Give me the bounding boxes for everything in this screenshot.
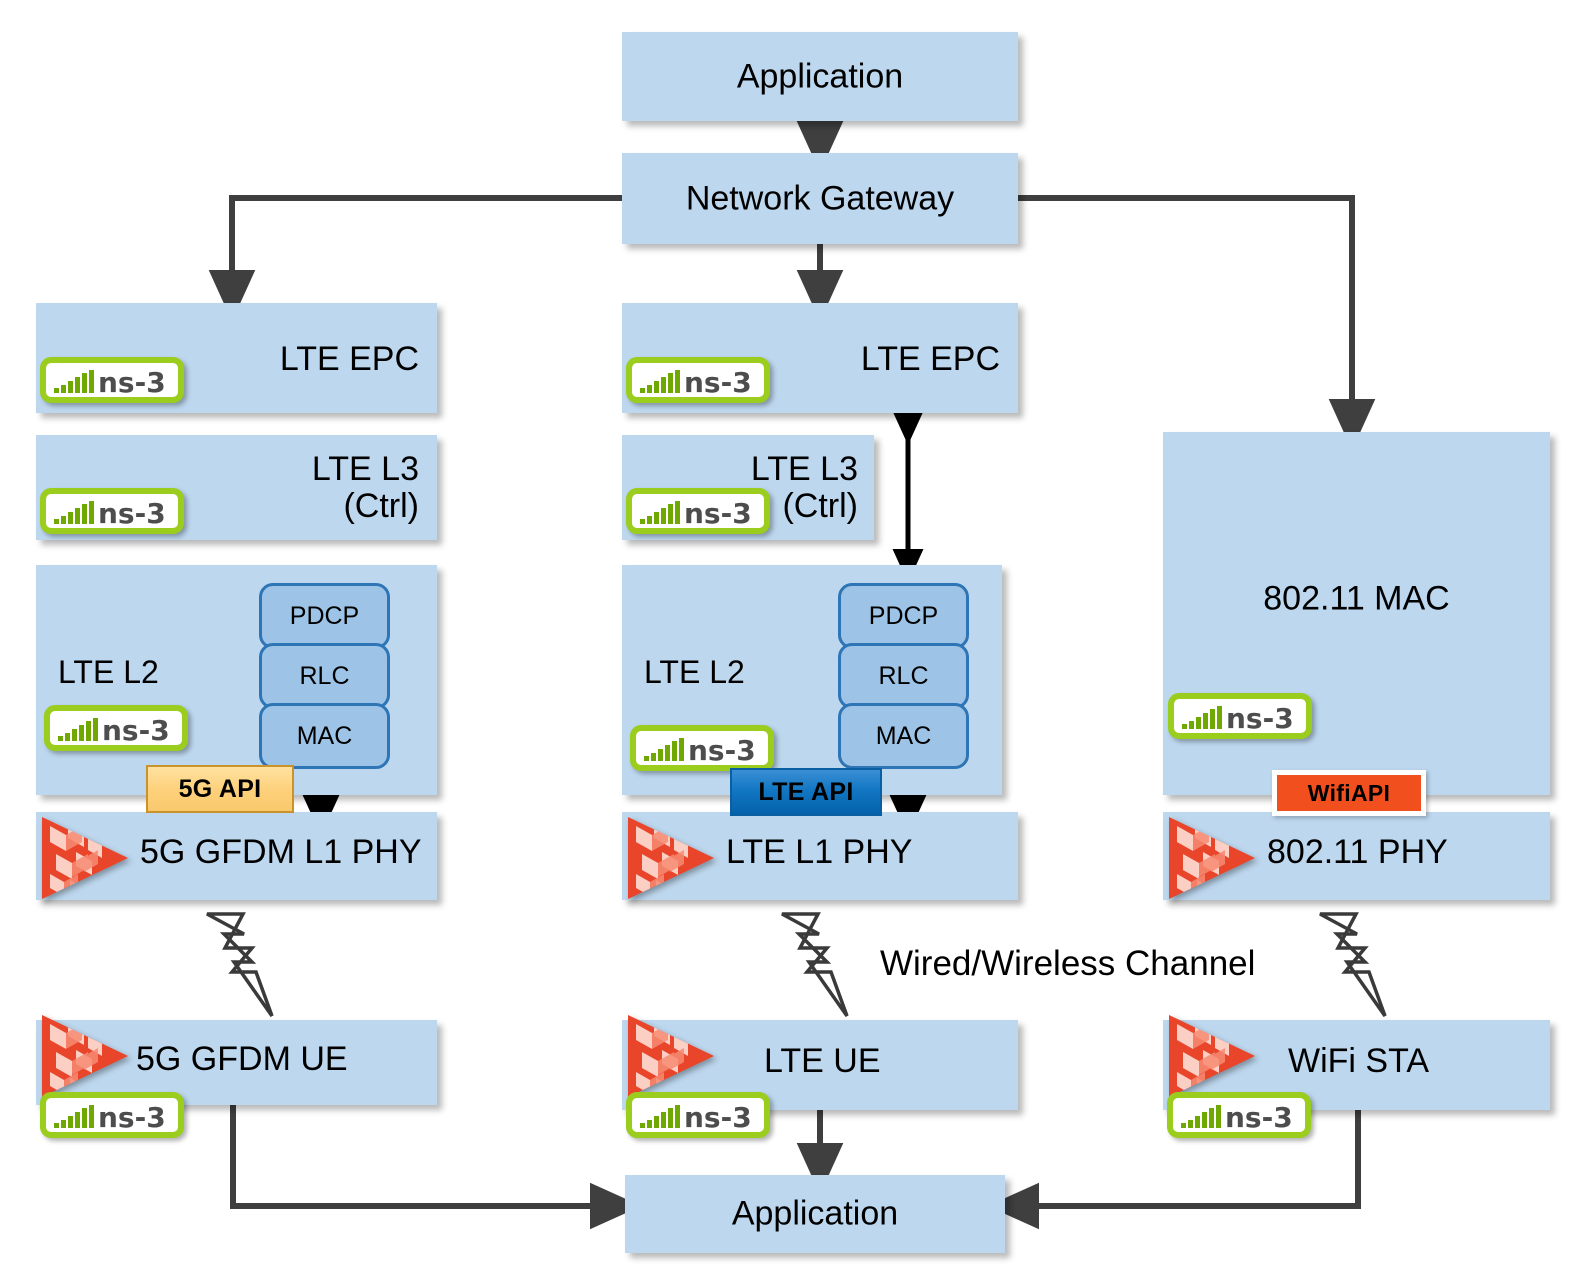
api-5g-box[interactable]: 5G API: [146, 765, 294, 813]
gnuradio-icon-phy-lte: [622, 812, 718, 904]
ns3-badge-lte-epc: ns-3: [626, 357, 770, 403]
phy-lte-label: LTE L1 PHY: [726, 833, 913, 871]
ns3-badge-lte-l3: ns-3: [626, 488, 770, 534]
gnuradio-icon-ue-lte: [622, 1010, 718, 1102]
svg-text:ns-3: ns-3: [98, 1101, 166, 1130]
gnuradio-icon-wifi-phy: [1163, 812, 1259, 904]
pdcp-sub-block-5g[interactable]: PDCP: [259, 583, 390, 649]
api-wifi-box[interactable]: WifiAPI: [1272, 770, 1426, 816]
application-bottom-block[interactable]: Application: [625, 1175, 1005, 1253]
network-gateway-block[interactable]: Network Gateway: [622, 153, 1018, 244]
channel-label: Wired/Wireless Channel: [880, 944, 1256, 983]
ns3-badge-lte-epc-5g: ns-3: [40, 357, 184, 403]
application-top-block[interactable]: Application: [622, 32, 1018, 121]
application-top-label: Application: [736, 57, 904, 96]
svg-text:ns-3: ns-3: [102, 714, 170, 743]
ns3-badge-lte-l2: ns-3: [630, 725, 774, 771]
lte-l2-label: LTE L2: [644, 654, 745, 690]
lte-epc-5g-label: LTE EPC: [279, 340, 419, 378]
ns3-badge-wifi-mac: ns-3: [1168, 693, 1312, 739]
lte-l3-5g-label: LTE L3 (Ctrl): [311, 450, 419, 525]
ue-5g-label: 5G GFDM UE: [136, 1040, 348, 1078]
ns3-badge-ue-lte: ns-3: [626, 1092, 770, 1138]
rlc-sub-block[interactable]: RLC: [838, 643, 969, 709]
mac-sub-block-5g[interactable]: MAC: [259, 703, 390, 769]
mac-sub-block[interactable]: MAC: [838, 703, 969, 769]
ue-lte-label: LTE UE: [764, 1042, 881, 1080]
wifi-mac-label: 802.11 MAC: [1263, 579, 1450, 618]
rlc-sub-block-5g[interactable]: RLC: [259, 643, 390, 709]
ns3-badge-ue-5g: ns-3: [40, 1092, 184, 1138]
ns3-badge-sta-wifi: ns-3: [1167, 1092, 1311, 1138]
ns3-badge-lte-l2-5g: ns-3: [44, 705, 188, 751]
svg-text:ns-3: ns-3: [684, 497, 752, 526]
sta-wifi-label: WiFi STA: [1288, 1042, 1430, 1080]
wifi-mac-block[interactable]: 802.11 MAC: [1163, 432, 1550, 795]
pdcp-sub-block[interactable]: PDCP: [838, 583, 969, 649]
svg-text:ns-3: ns-3: [1225, 1101, 1293, 1130]
svg-text:ns-3: ns-3: [98, 366, 166, 395]
application-bottom-label: Application: [731, 1194, 899, 1233]
lte-l2-5g-label: LTE L2: [58, 654, 159, 690]
svg-text:ns-3: ns-3: [1226, 702, 1294, 731]
svg-text:ns-3: ns-3: [98, 497, 166, 526]
svg-text:ns-3: ns-3: [688, 734, 756, 763]
svg-text:ns-3: ns-3: [684, 366, 752, 395]
lte-epc-label: LTE EPC: [860, 340, 1000, 378]
api-lte-box[interactable]: LTE API: [730, 768, 882, 816]
wifi-phy-label: 802.11 PHY: [1267, 833, 1448, 871]
gnuradio-icon-ue-5g: [36, 1010, 132, 1102]
gnuradio-icon-phy-5g: [36, 812, 132, 904]
svg-text:ns-3: ns-3: [684, 1101, 752, 1130]
phy-5g-label: 5G GFDM L1 PHY: [140, 833, 422, 871]
network-gateway-label: Network Gateway: [685, 179, 955, 218]
gnuradio-icon-sta-wifi: [1163, 1010, 1259, 1102]
ns3-badge-lte-l3-5g: ns-3: [40, 488, 184, 534]
diagram-canvas: Application Network Gateway LTE EPC ns-3…: [0, 0, 1580, 1288]
